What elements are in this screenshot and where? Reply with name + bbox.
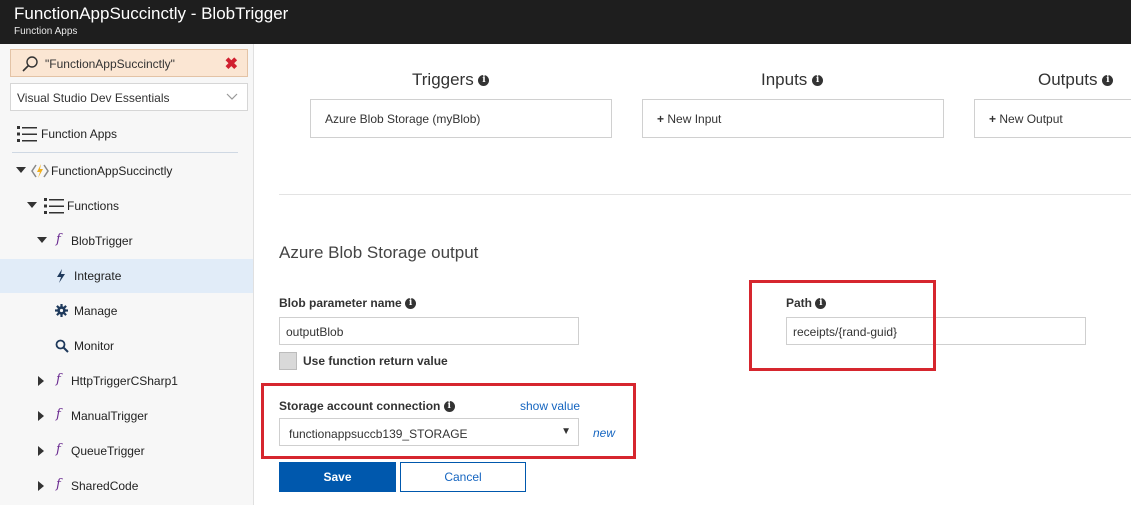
divider	[279, 194, 1131, 195]
inputs-label: Inputs	[761, 70, 808, 89]
blob-param-input[interactable]: outputBlob	[279, 317, 579, 345]
triggers-heading: Triggers i	[412, 70, 490, 90]
close-icon[interactable]: ✖	[225, 54, 238, 74]
info-icon[interactable]: i	[1102, 75, 1114, 87]
expand-toggle-icon[interactable]	[37, 237, 47, 243]
sidebar-item-blobtrigger[interactable]: f BlobTrigger	[0, 224, 253, 258]
title-bar: FunctionAppSuccinctly - BlobTrigger Func…	[0, 0, 1131, 44]
list-icon	[44, 198, 64, 214]
use-return-value-checkbox[interactable]	[279, 352, 297, 370]
sidebar-item-label: Monitor	[74, 339, 115, 353]
page-title: FunctionAppSuccinctly - BlobTrigger	[14, 4, 289, 23]
function-icon: f	[56, 232, 61, 247]
inputs-heading: Inputs i	[761, 70, 824, 90]
search-icon	[22, 56, 38, 72]
expand-toggle-icon[interactable]	[38, 411, 44, 421]
sidebar-item-sharedcode[interactable]: f SharedCode	[0, 469, 253, 503]
cancel-button[interactable]: Cancel	[400, 462, 526, 492]
sidebar-item-label: Function Apps	[41, 127, 118, 141]
sidebar-item-manage[interactable]: Manage	[0, 294, 253, 328]
sidebar-item-label: HttpTriggerCSharp1	[71, 374, 178, 388]
sidebar-item-function-apps[interactable]: Function Apps	[0, 117, 253, 151]
outputs-heading: Outputs i	[1038, 70, 1114, 90]
expand-toggle-icon[interactable]	[38, 446, 44, 456]
section-title: Azure Blob Storage output	[279, 243, 479, 262]
sidebar: "FunctionAppSuccinctly" ✖ Visual Studio …	[0, 44, 254, 505]
sidebar-item-label: FunctionAppSuccinctly	[51, 164, 173, 178]
new-output-content: + New Output	[989, 112, 1063, 126]
main-panel: Triggers i Inputs i Outputs i Azure Blob…	[255, 44, 1131, 505]
sidebar-item-label: SharedCode	[71, 479, 139, 493]
info-icon[interactable]: i	[812, 75, 824, 87]
triggers-label: Triggers	[412, 70, 474, 89]
divider	[12, 152, 238, 153]
blob-param-label: Blob parameter name	[279, 296, 402, 310]
new-input-button[interactable]: + New Input	[642, 99, 944, 138]
info-icon[interactable]: i	[405, 298, 417, 310]
function-icon: f	[56, 372, 61, 387]
use-return-value-label: Use function return value	[303, 354, 448, 368]
plus-icon: +	[657, 112, 665, 126]
expand-toggle-icon[interactable]	[27, 202, 37, 208]
search-input[interactable]: "FunctionAppSuccinctly" ✖	[10, 49, 248, 77]
sidebar-item-function-app[interactable]: FunctionAppSuccinctly	[0, 154, 253, 188]
chevron-down-icon	[226, 93, 238, 100]
trigger-label: Azure Blob Storage (myBlob)	[325, 112, 481, 126]
function-icon: f	[56, 407, 61, 422]
expand-toggle-icon[interactable]	[38, 376, 44, 386]
subscription-select[interactable]: Visual Studio Dev Essentials	[10, 83, 248, 111]
lightning-icon	[57, 269, 65, 283]
plus-icon: +	[989, 112, 997, 126]
new-output-label: New Output	[999, 112, 1063, 126]
sidebar-item-label: ManualTrigger	[71, 409, 148, 423]
sidebar-item-label: Integrate	[74, 269, 122, 283]
new-input-label: New Input	[667, 112, 722, 126]
save-button[interactable]: Save	[279, 462, 396, 492]
outputs-label: Outputs	[1038, 70, 1098, 89]
sidebar-item-manualtrigger[interactable]: f ManualTrigger	[0, 399, 253, 433]
trigger-blob-storage[interactable]: Azure Blob Storage (myBlob)	[310, 99, 612, 138]
search-icon	[55, 339, 69, 353]
subscription-value: Visual Studio Dev Essentials	[17, 91, 170, 105]
blob-param-value: outputBlob	[286, 325, 344, 339]
sidebar-item-label: BlobTrigger	[71, 234, 133, 248]
new-output-button[interactable]: + New Output	[974, 99, 1131, 138]
sidebar-item-integrate[interactable]: Integrate	[0, 259, 253, 293]
sidebar-item-label: QueueTrigger	[71, 444, 145, 458]
sidebar-item-functions[interactable]: Functions	[0, 189, 253, 223]
expand-toggle-icon[interactable]	[16, 167, 26, 173]
function-app-icon	[31, 164, 49, 178]
path-highlight-box	[749, 280, 936, 371]
new-input-content: + New Input	[657, 112, 721, 126]
sidebar-item-monitor[interactable]: Monitor	[0, 329, 253, 363]
sidebar-item-label: Manage	[74, 304, 118, 318]
function-icon: f	[56, 442, 61, 457]
breadcrumb[interactable]: Function Apps	[14, 26, 77, 37]
storage-highlight-box	[261, 383, 636, 459]
sidebar-item-label: Functions	[67, 199, 120, 213]
expand-toggle-icon[interactable]	[38, 481, 44, 491]
search-value: "FunctionAppSuccinctly"	[45, 57, 175, 71]
info-icon[interactable]: i	[478, 75, 490, 87]
sidebar-item-queuetrigger[interactable]: f QueueTrigger	[0, 434, 253, 468]
blob-param-label-row: Blob parameter name i	[279, 296, 417, 310]
gear-icon	[55, 304, 68, 317]
function-icon: f	[56, 477, 61, 492]
sidebar-item-httptrigger[interactable]: f HttpTriggerCSharp1	[0, 364, 253, 398]
list-icon	[17, 126, 37, 142]
